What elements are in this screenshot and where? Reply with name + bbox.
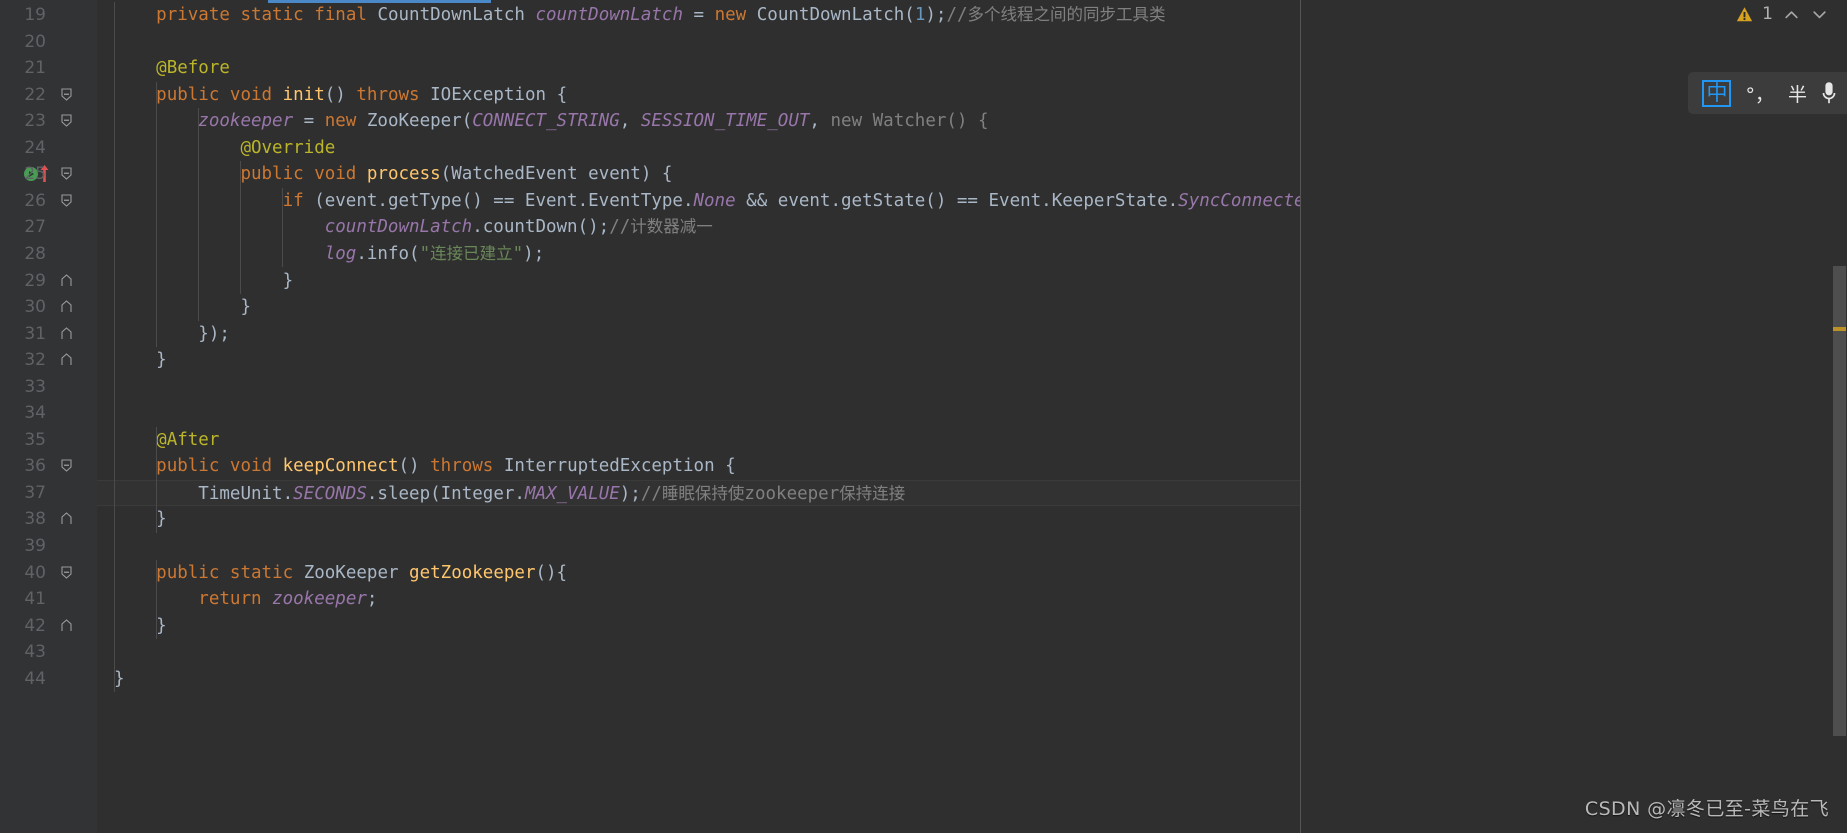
gutter-separator bbox=[96, 0, 97, 833]
line-number: 34 bbox=[24, 403, 46, 424]
chevron-down-icon[interactable] bbox=[1810, 5, 1829, 24]
code-line-text: zookeeper = new ZooKeeper(CONNECT_STRING… bbox=[198, 111, 989, 132]
code-line-text: if (event.getType() == Event.EventType.N… bbox=[282, 190, 1347, 211]
line-number: 28 bbox=[24, 243, 46, 264]
line-number: 42 bbox=[24, 615, 46, 636]
right-preview-panel bbox=[1300, 0, 1847, 833]
line-number: 32 bbox=[24, 350, 46, 371]
line-number: 43 bbox=[24, 642, 46, 663]
code-line-text: countDownLatch.countDown();//计数器减一 bbox=[324, 217, 713, 238]
code-line-text: @Before bbox=[156, 58, 230, 79]
ime-floating-bar[interactable]: 中 °， 半 bbox=[1688, 72, 1847, 114]
indent-guide bbox=[156, 81, 158, 348]
line-number: 38 bbox=[24, 509, 46, 530]
line-number: 21 bbox=[24, 58, 46, 79]
watermark-text: CSDN @凛冬已至-菜鸟在飞 bbox=[1584, 798, 1829, 820]
ime-punctuation-button[interactable]: °， bbox=[1745, 80, 1774, 107]
fold-end-icon[interactable] bbox=[60, 618, 73, 632]
line-number: 26 bbox=[24, 190, 46, 211]
line-number: 40 bbox=[24, 562, 46, 583]
code-line-text: return zookeeper; bbox=[198, 589, 378, 610]
line-number: 33 bbox=[24, 376, 46, 397]
fold-end-icon[interactable] bbox=[60, 273, 73, 287]
fold-end-icon[interactable] bbox=[60, 353, 73, 366]
line-number: 24 bbox=[24, 137, 46, 158]
line-number: 36 bbox=[24, 456, 46, 477]
line-number: 44 bbox=[24, 668, 46, 689]
indent-guide bbox=[114, 2, 115, 693]
fold-collapse-icon[interactable] bbox=[60, 114, 73, 127]
vertical-scrollbar-thumb[interactable] bbox=[1833, 266, 1846, 736]
line-number: 19 bbox=[24, 5, 46, 25]
fold-end-icon[interactable] bbox=[60, 326, 73, 340]
line-number: 39 bbox=[24, 536, 46, 556]
code-line-text: @Override bbox=[240, 137, 336, 158]
indent-guide bbox=[156, 426, 158, 533]
code-line-text: log.info("连接已建立"); bbox=[324, 243, 545, 264]
code-line-text: } bbox=[282, 270, 294, 291]
chevron-up-icon[interactable] bbox=[1782, 5, 1801, 24]
ime-mode-button[interactable]: 中 bbox=[1702, 79, 1732, 107]
fold-collapse-icon[interactable] bbox=[60, 88, 73, 101]
code-editor: private static final CountDownLatch coun… bbox=[0, 0, 1847, 833]
ime-width-button[interactable]: 半 bbox=[1788, 80, 1807, 107]
line-number: 35 bbox=[24, 429, 46, 450]
line-number: 41 bbox=[24, 589, 46, 610]
inspection-widget[interactable]: 1 bbox=[1736, 4, 1829, 24]
code-line-text: public void init() throws IOException { bbox=[156, 84, 568, 105]
code-line-text: }); bbox=[198, 323, 230, 344]
warning-triangle-icon bbox=[1736, 6, 1753, 23]
line-number: 23 bbox=[24, 111, 46, 132]
line-number: 29 bbox=[24, 270, 46, 291]
line-number: 31 bbox=[24, 323, 46, 344]
indent-guide bbox=[156, 559, 158, 640]
line-number: 25 bbox=[24, 164, 46, 185]
line-number: 22 bbox=[24, 84, 46, 105]
code-line-text: private static final CountDownLatch coun… bbox=[156, 5, 1166, 25]
fold-end-icon[interactable] bbox=[60, 512, 73, 525]
panel-separator bbox=[1300, 0, 1301, 833]
fold-collapse-icon[interactable] bbox=[60, 194, 73, 207]
vertical-scrollbar-track[interactable] bbox=[1832, 0, 1847, 833]
code-line-text: public void keepConnect() throws Interru… bbox=[156, 456, 736, 477]
fold-end-icon[interactable] bbox=[60, 300, 73, 313]
line-number: 20 bbox=[24, 31, 46, 52]
scrollbar-warning-mark[interactable] bbox=[1833, 327, 1846, 331]
fold-collapse-icon[interactable] bbox=[60, 459, 73, 473]
code-line-text: } bbox=[114, 668, 125, 689]
code-line-text: public static ZooKeeper getZookeeper(){ bbox=[156, 562, 568, 583]
indent-guide bbox=[198, 108, 200, 321]
line-number: 37 bbox=[24, 482, 46, 503]
code-line-text: } bbox=[240, 297, 251, 318]
line-number: 30 bbox=[24, 297, 46, 318]
code-line-text: public void process(WatchedEvent event) … bbox=[240, 164, 673, 185]
line-number: 27 bbox=[24, 217, 46, 238]
active-tab-underline bbox=[268, 0, 491, 3]
indent-guide bbox=[240, 161, 242, 295]
warning-count: 1 bbox=[1762, 4, 1773, 24]
code-line-text: TimeUnit.SECONDS.sleep(Integer.MAX_VALUE… bbox=[198, 483, 906, 504]
code-line-text: } bbox=[156, 350, 167, 371]
indent-guide bbox=[282, 187, 284, 268]
fold-collapse-icon[interactable] bbox=[60, 565, 73, 579]
fold-collapse-icon[interactable] bbox=[60, 167, 73, 181]
